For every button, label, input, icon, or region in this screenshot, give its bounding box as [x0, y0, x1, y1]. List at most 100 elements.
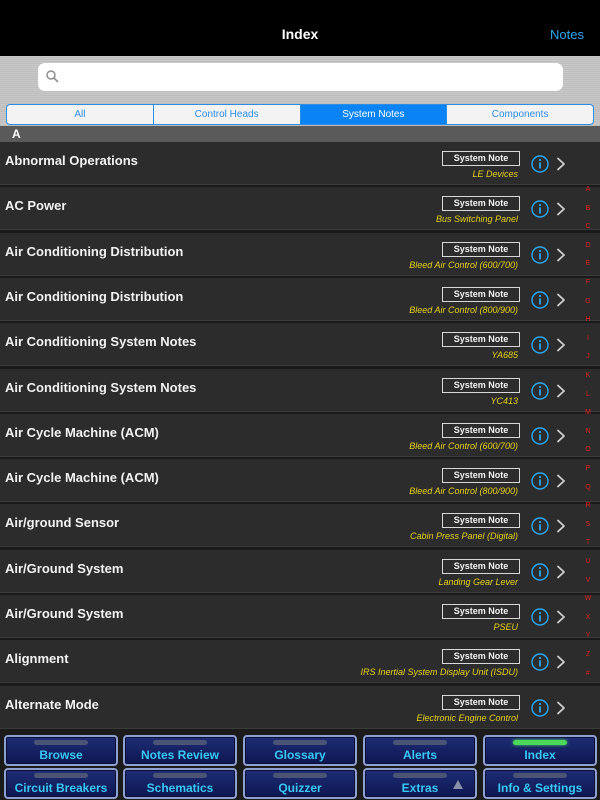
navigation-bar: Index Notes: [0, 0, 600, 56]
index-letter[interactable]: X: [582, 614, 594, 622]
tab-indicator-light: [34, 773, 88, 778]
tab-browse[interactable]: Browse: [4, 735, 118, 766]
info-icon[interactable]: [531, 246, 549, 264]
index-letter[interactable]: M: [582, 409, 594, 417]
index-letter[interactable]: H: [582, 316, 594, 324]
bottom-tab-grid: Browse Notes Review Glossary Alerts Inde…: [0, 730, 600, 800]
tab-label: Notes Review: [140, 748, 220, 762]
segment-system-notes[interactable]: System Notes: [300, 105, 448, 124]
index-letter[interactable]: O: [582, 446, 594, 454]
index-letter[interactable]: W: [582, 595, 594, 603]
info-icon[interactable]: [531, 427, 549, 445]
list-item-subtitle: Bleed Air Control (600/700): [409, 260, 518, 270]
index-letter[interactable]: C: [582, 223, 594, 231]
alphabet-index[interactable]: A B C D E F G H I J K L M N O P Q R S T U V W X Y Z #: [582, 186, 594, 686]
index-letter[interactable]: Z: [582, 651, 594, 659]
chevron-right-icon: [557, 610, 565, 624]
list-item[interactable]: Air Conditioning Distribution System Note…: [0, 233, 600, 276]
tab-label: Schematics: [146, 781, 214, 795]
type-badge: System Note: [442, 695, 520, 710]
list-item-title: Air Conditioning System Notes: [5, 334, 197, 349]
tab-index[interactable]: Index: [483, 735, 597, 766]
list-item[interactable]: Air/Ground System System Note PSEU: [0, 595, 600, 638]
index-letter[interactable]: T: [582, 539, 594, 547]
tab-notes-review[interactable]: Notes Review: [123, 735, 237, 766]
filter-segmented-control: All Control Heads System Notes Component…: [6, 104, 594, 125]
list-item[interactable]: Abnormal Operations System Note LE Devices: [0, 142, 600, 185]
tab-circuit-breakers[interactable]: Circuit Breakers: [4, 768, 118, 799]
index-letter[interactable]: V: [582, 577, 594, 585]
tab-indicator-light: [513, 773, 567, 778]
list-item[interactable]: Air/ground Sensor System Note Cabin Press …: [0, 504, 600, 547]
index-letter[interactable]: N: [582, 428, 594, 436]
info-icon[interactable]: [531, 382, 549, 400]
index-letter[interactable]: K: [582, 372, 594, 380]
tab-indicator-light: [393, 773, 447, 778]
list-item-subtitle: LE Devices: [472, 169, 518, 179]
tab-indicator-light: [273, 773, 327, 778]
list-item[interactable]: Air Cycle Machine (ACM) System Note Bleed …: [0, 414, 600, 457]
info-icon[interactable]: [531, 155, 549, 173]
search-icon: [46, 70, 59, 83]
index-letter[interactable]: P: [582, 465, 594, 473]
list-item[interactable]: AC Power System Note Bus Switching Panel: [0, 187, 600, 230]
chevron-right-icon: [557, 701, 565, 715]
type-badge: System Note: [442, 242, 520, 257]
index-letter[interactable]: B: [582, 205, 594, 213]
list-item-subtitle: YA685: [491, 350, 518, 360]
index-letter[interactable]: G: [582, 298, 594, 306]
index-letter[interactable]: Q: [582, 484, 594, 492]
info-icon[interactable]: [531, 291, 549, 309]
list-item[interactable]: Alternate Mode System Note Electronic Engi…: [0, 686, 600, 729]
triangle-up-icon: [453, 780, 463, 789]
type-badge: System Note: [442, 196, 520, 211]
list-item[interactable]: Air Conditioning Distribution System Note…: [0, 278, 600, 321]
list-item-subtitle: Bleed Air Control (600/700): [409, 441, 518, 451]
tab-label: Circuit Breakers: [14, 781, 108, 795]
search-input[interactable]: [38, 63, 563, 91]
tab-indicator-light: [34, 740, 88, 745]
list-item-title: Air/Ground System: [5, 606, 124, 621]
list-item[interactable]: Air/Ground System System Note Landing Gear…: [0, 550, 600, 593]
tab-alerts[interactable]: Alerts: [363, 735, 477, 766]
tab-glossary[interactable]: Glossary: [243, 735, 357, 766]
info-icon[interactable]: [531, 472, 549, 490]
segment-components[interactable]: Components: [447, 105, 593, 124]
tab-label: Alerts: [402, 748, 437, 762]
info-icon[interactable]: [531, 200, 549, 218]
tab-schematics[interactable]: Schematics: [123, 768, 237, 799]
tab-info-settings[interactable]: Info & Settings: [483, 768, 597, 799]
list-item-title: Alignment: [5, 651, 69, 666]
tab-indicator-light: [393, 740, 447, 745]
info-icon[interactable]: [531, 653, 549, 671]
info-icon[interactable]: [531, 608, 549, 626]
segment-all[interactable]: All: [7, 105, 154, 124]
index-letter[interactable]: E: [582, 260, 594, 268]
list-item[interactable]: Air Cycle Machine (ACM) System Note Bleed …: [0, 459, 600, 502]
index-letter[interactable]: D: [582, 242, 594, 250]
index-letter[interactable]: I: [582, 335, 594, 343]
chevron-right-icon: [557, 338, 565, 352]
tab-indicator-light-active: [513, 740, 567, 745]
index-letter[interactable]: A: [582, 186, 594, 194]
index-letter[interactable]: L: [582, 391, 594, 399]
list-item[interactable]: Air Conditioning System Notes System Note…: [0, 323, 600, 366]
index-letter[interactable]: Y: [582, 632, 594, 640]
info-icon[interactable]: [531, 336, 549, 354]
index-letter[interactable]: J: [582, 353, 594, 361]
segment-control-heads[interactable]: Control Heads: [154, 105, 301, 124]
notes-button[interactable]: Notes: [550, 27, 584, 42]
index-letter[interactable]: S: [582, 521, 594, 529]
tab-quizzer[interactable]: Quizzer: [243, 768, 357, 799]
index-letter[interactable]: U: [582, 558, 594, 566]
list-item[interactable]: Alignment System Note IRS Inertial System …: [0, 640, 600, 683]
list-item-title: Air/ground Sensor: [5, 515, 120, 530]
index-letter[interactable]: F: [582, 279, 594, 287]
index-letter[interactable]: #: [582, 670, 594, 678]
list-item[interactable]: Air Conditioning System Notes System Note…: [0, 369, 600, 412]
info-icon[interactable]: [531, 517, 549, 535]
index-letter[interactable]: R: [582, 502, 594, 510]
info-icon[interactable]: [531, 699, 549, 717]
info-icon[interactable]: [531, 563, 549, 581]
tab-extras[interactable]: Extras: [363, 768, 477, 799]
